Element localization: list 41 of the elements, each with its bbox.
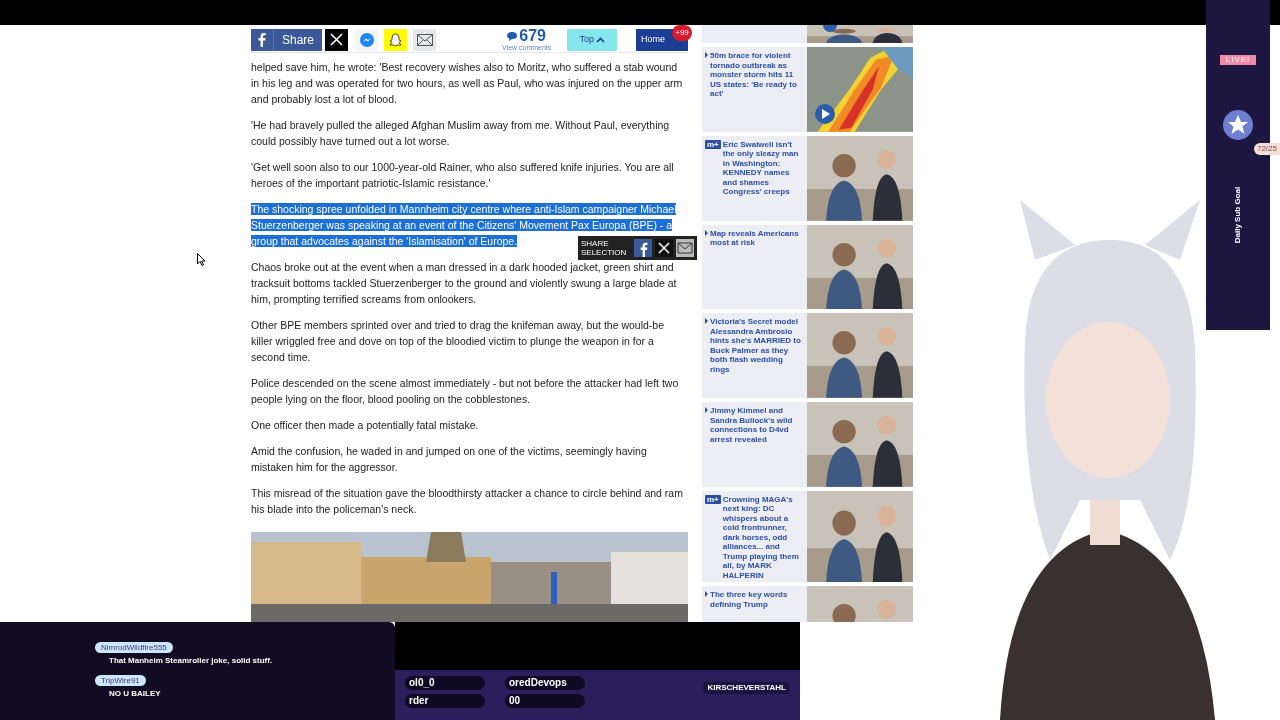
chat-username: TripWire91 (95, 675, 146, 686)
article-paragraph: This misread of the situation gave the bloodthirsty attacker a chance to circle behind and ram his blade into the policeman's neck. (251, 486, 684, 517)
share-selection-label: SHARE SELECTION (581, 239, 628, 257)
article-paragraph: Police descended on the scene almost immediately - but not before the attacker had left two people lying on the floor, blood pooling on the cobblestones. (251, 376, 680, 407)
donor-label: 00 (505, 694, 585, 708)
goal-title: Daily Sub Goal (1232, 186, 1243, 244)
live-tag: LIVE! (1219, 55, 1257, 65)
article-paragraph: Chaos broke out at the event when a man dressed in a dark hooded jacket, green shirt and tracksuit bottoms tackled Stuerzenberger to the ground and violently swung a large blade at him, prompting terrified screams from onlookers. (251, 260, 678, 307)
chat-username: NimrodWildfire555 (95, 642, 173, 653)
donor-label: rder (405, 694, 485, 708)
story-headline: The three key words defining Trump (710, 590, 789, 610)
story-headline: 50m brace for violent tornado outbreak as monster storm hits 11 US states: 'Be ready to act' (710, 51, 798, 99)
top-button[interactable]: Top (567, 28, 618, 51)
article-paragraph: Other BPE members sprinted over and tried to drag the knifeman away, but the would-be killer wriggled free and dove on top of the bloodied victim to plunge the weapon in for a second time. (251, 318, 666, 365)
story-card[interactable]: Map reveals Americans most at risk (702, 224, 913, 310)
story-headline: Victoria's Secret model Alessandra Ambrosio hints she's MARRIED to Buck Palmer as they both flash wedding rings (710, 317, 802, 375)
chat-message: That Manheim Steamroller joke, solid stuff. (108, 655, 274, 667)
article-paragraph: 'Get well soon also to our 1000-year-old Rainer, who also suffered knife injuries. You are all heroes of the important patriotic-Islamic resistance.' (251, 160, 675, 191)
story-card[interactable]: m+ Crowning MAGA's next king: DC whispers about a cold frontrunner, dark horses, odd alliances... and Trump playing them all, by MARK HALPERIN (702, 491, 913, 583)
story-card[interactable]: The three key words defining Trump (702, 586, 913, 622)
story-headline: Eric Swalwell isn't the only sleazy man in Washington: KENNEDY names and shames Congress' creeps (722, 139, 800, 197)
story-card[interactable]: 50m brace for violent tornado outbreak as monster storm hits 11 US states: 'Be ready to act' (702, 47, 913, 132)
article-paragraph: helped save him, he wrote: 'Best recovery wishes also to Moritz, who suffered a stab wound in his leg and was operated for two hours, as well as Paul, who was injured on the upper arm and probably lost a lot of blood. (251, 60, 684, 107)
donor-label: oredDevops (505, 676, 585, 690)
goal-count: 72/25 (1253, 143, 1280, 155)
donor-label: ol0_0 (405, 676, 485, 690)
story-headline: Crowning MAGA's next king: DC whispers about a cold frontrunner, dark horses, odd alliances... and Trump playing them all, by MARK HALPERIN (722, 495, 800, 581)
chat-message: NO U BAILEY (108, 688, 162, 700)
article-paragraph: One officer then made a potentially fatal mistake. (251, 418, 480, 433)
story-card[interactable]: Victoria's Secret model Alessandra Ambrosio hints she's MARRIED to Buck Palmer as they both flash wedding rings (702, 313, 913, 399)
article-paragraph: Amid the confusion, he waded in and jumped on one of the victims, seemingly having mistaken him for the aggressor. (251, 444, 648, 475)
story-card[interactable]: m+ Eric Swalwell isn't the only sleazy man in Washington: KENNEDY names and shames Congress' creeps (702, 135, 913, 221)
story-headline: Map reveals Americans most at risk (710, 228, 800, 248)
premium-badge: m+ (705, 139, 721, 149)
story-card[interactable]: Jimmy Kimmel and Sandra Bullock's wild connections to D4vd arrest revealed (702, 402, 913, 487)
comment-count: 679 (519, 28, 546, 44)
story-headline: Jimmy Kimmel and Sandra Bullock's wild connections to D4vd arrest revealed (710, 406, 794, 445)
social-handle: KIRSCHEVERSTAHL (703, 682, 790, 694)
article-paragraph: 'He had bravely pulled the alleged Afghan Muslim away from me. Without Paul, everything could possibly have turned out a lot worse. (251, 118, 671, 149)
premium-badge: m+ (705, 495, 721, 504)
share-button[interactable]: Share (273, 28, 323, 51)
